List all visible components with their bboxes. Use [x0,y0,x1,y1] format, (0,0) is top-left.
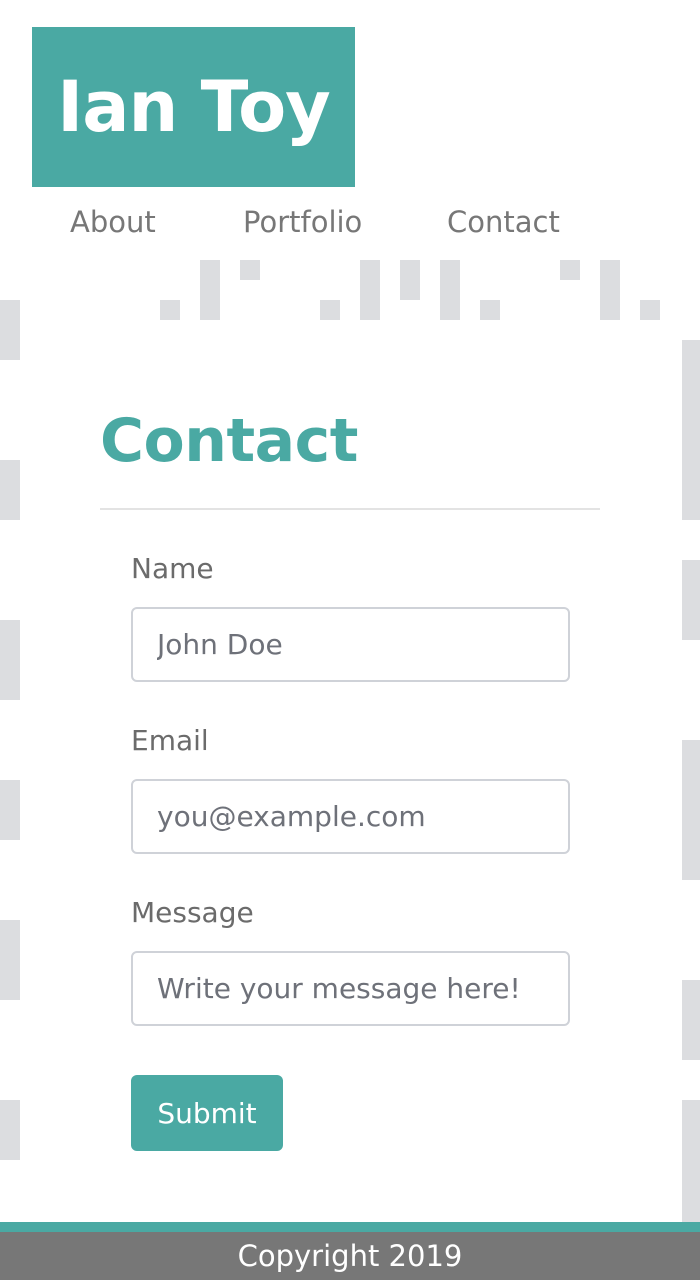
pattern-block [240,260,260,280]
nav-link-about[interactable]: About [70,200,156,244]
title-divider [100,508,600,510]
email-input[interactable] [131,779,570,854]
email-label: Email [131,724,209,757]
nav-link-contact[interactable]: Contact [447,200,560,244]
pattern-block [160,300,180,320]
main-nav: About Portfolio Contact [0,200,700,244]
pattern-block [0,300,20,360]
pattern-block [0,920,20,1000]
nav-link-portfolio[interactable]: Portfolio [243,200,362,244]
pattern-block [0,1100,20,1160]
brand-logo[interactable]: Ian Toy [32,27,355,187]
pattern-block [600,260,620,320]
message-input[interactable] [131,951,570,1026]
copyright-text: Copyright 2019 [237,1239,463,1273]
pattern-block [480,300,500,320]
submit-button[interactable]: Submit [131,1075,283,1151]
pattern-block [682,340,700,520]
pattern-block [682,740,700,880]
pattern-block [640,300,660,320]
footer-accent-stripe [0,1222,700,1232]
page-title: Contact [100,406,358,476]
pattern-block [440,260,460,320]
name-input[interactable] [131,607,570,682]
message-label: Message [131,896,254,929]
pattern-block [682,1100,700,1222]
pattern-block [0,620,20,700]
pattern-block [400,260,420,300]
pattern-block [200,260,220,320]
pattern-block [0,460,20,520]
pattern-block [360,260,380,320]
contact-card: Contact Name Email Message Submit [20,340,682,1222]
name-label: Name [131,552,214,585]
site-footer: Copyright 2019 [0,1232,700,1280]
pattern-block [560,260,580,280]
pattern-block [320,300,340,320]
site-header: Ian Toy About Portfolio Contact [0,0,700,260]
